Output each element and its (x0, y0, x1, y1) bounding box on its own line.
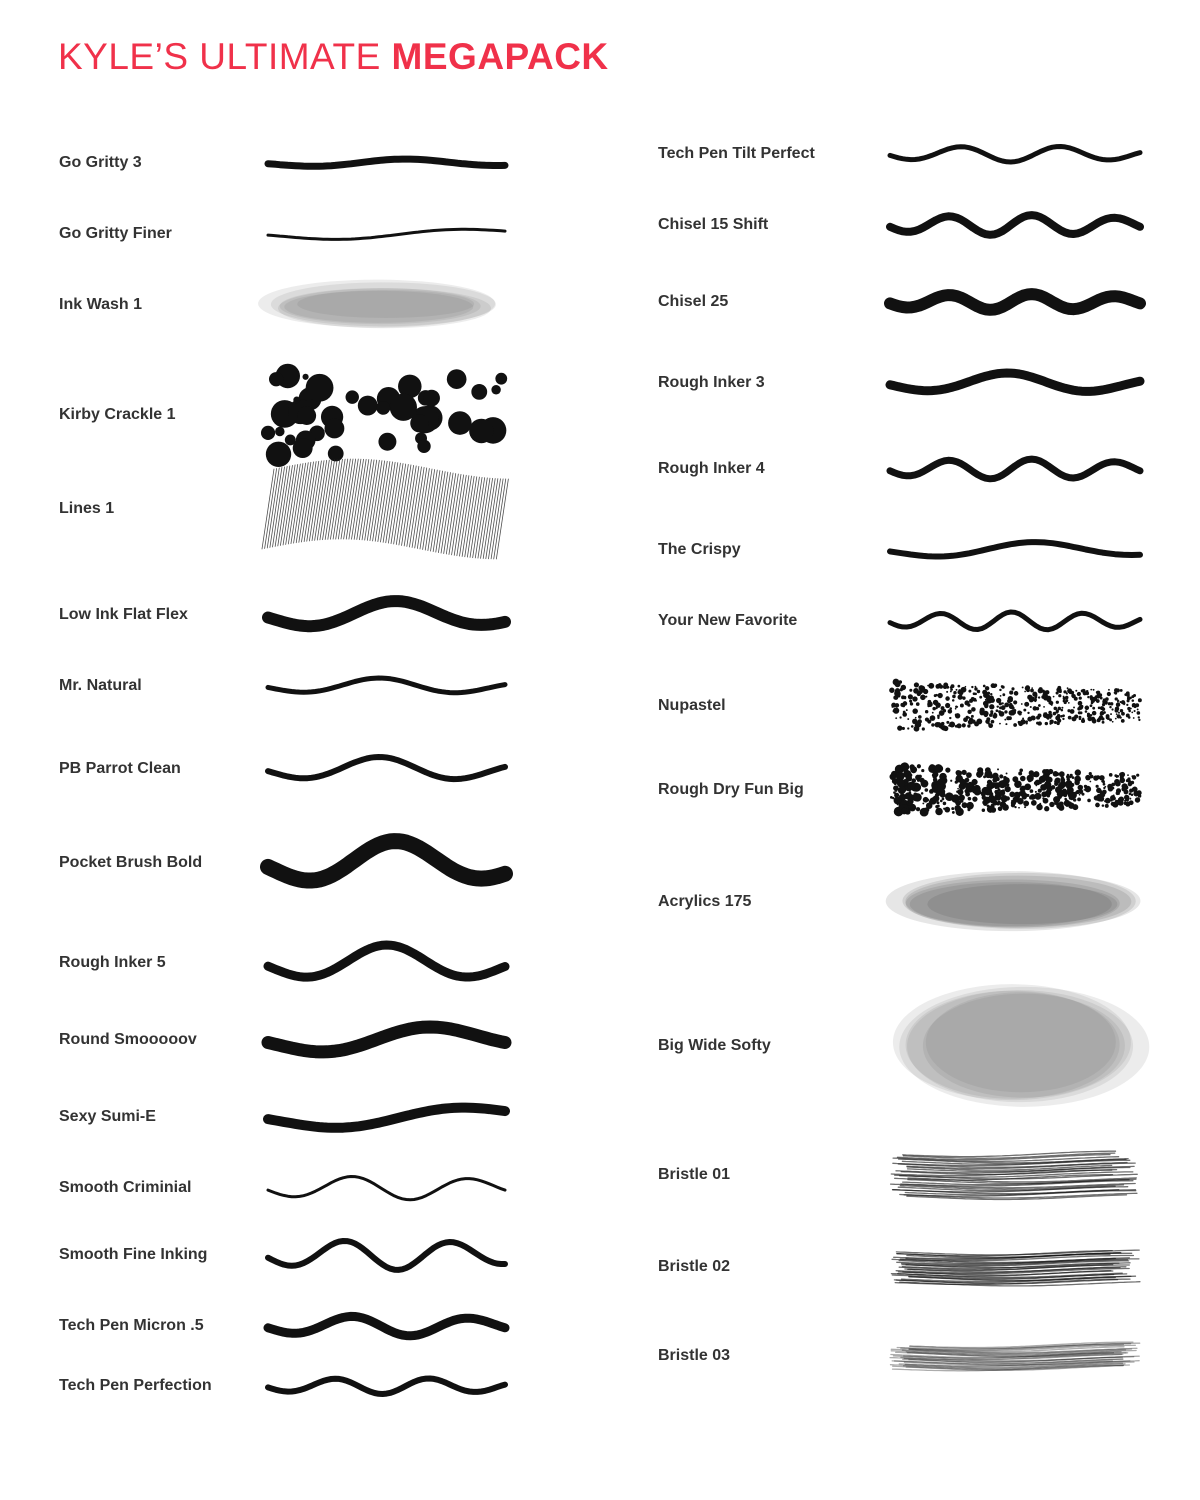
brush-stroke-preview (889, 1341, 1141, 1372)
